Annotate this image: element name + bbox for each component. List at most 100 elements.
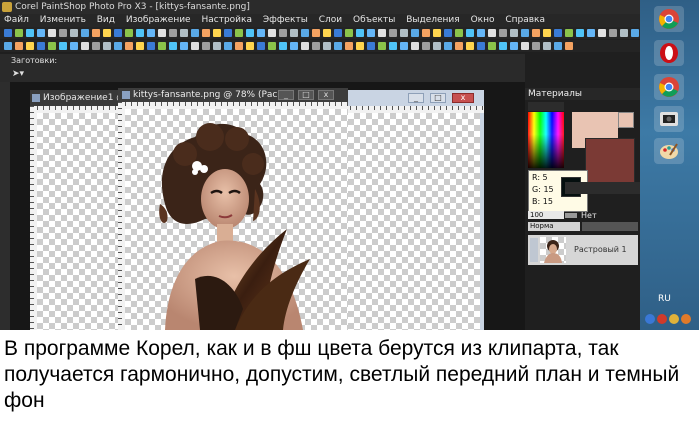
toolbar-button[interactable] <box>301 29 309 37</box>
toolbar-button[interactable] <box>147 29 155 37</box>
menu-file[interactable]: Файл <box>0 14 33 27</box>
antivirus-icon[interactable] <box>657 314 667 324</box>
toolbar-button[interactable] <box>279 42 287 50</box>
minimize-button-2[interactable]: _ <box>278 90 294 100</box>
toolbar-button[interactable] <box>521 42 529 50</box>
toolbar-button[interactable] <box>279 29 287 37</box>
toolbar-button[interactable] <box>422 29 430 37</box>
menu-objects[interactable]: Объекты <box>349 14 399 27</box>
maximize-button-2[interactable]: □ <box>298 90 314 100</box>
close-button[interactable]: x <box>452 93 474 103</box>
toolbar-button[interactable] <box>510 29 518 37</box>
toolbar-button[interactable] <box>532 42 540 50</box>
toolbar-button[interactable] <box>411 29 419 37</box>
menu-selections[interactable]: Выделения <box>402 14 463 27</box>
menu-window[interactable]: Окно <box>467 14 499 27</box>
toolbar-button[interactable] <box>565 29 573 37</box>
toolbar-button[interactable] <box>466 42 474 50</box>
toolbar-button[interactable] <box>400 42 408 50</box>
toolbar-button[interactable] <box>444 42 452 50</box>
toolbar-button[interactable] <box>191 42 199 50</box>
menu-image[interactable]: Изображение <box>122 14 195 27</box>
visibility-eye-icon[interactable] <box>530 238 538 262</box>
toolbar-button[interactable] <box>202 42 210 50</box>
toolbar-button[interactable] <box>367 42 375 50</box>
notification-icon[interactable] <box>669 314 679 324</box>
toolbar-button[interactable] <box>103 29 111 37</box>
toolbar-button[interactable] <box>37 42 45 50</box>
toolbar-button[interactable] <box>257 29 265 37</box>
update-icon[interactable] <box>681 314 691 324</box>
toolbar-button[interactable] <box>389 29 397 37</box>
toolbar-button[interactable] <box>334 29 342 37</box>
toolbar-button[interactable] <box>433 29 441 37</box>
canvas-2[interactable] <box>125 109 348 330</box>
toolbar-button[interactable] <box>136 42 144 50</box>
toolbar-button[interactable] <box>323 42 331 50</box>
toolbar-button[interactable] <box>400 29 408 37</box>
chrome-shortcut-2[interactable] <box>654 74 684 100</box>
toolbar-button[interactable] <box>598 29 606 37</box>
toolbar-button[interactable] <box>268 42 276 50</box>
menu-edit[interactable]: Изменить <box>36 14 90 27</box>
toolbar-button[interactable] <box>235 29 243 37</box>
toolbar-button[interactable] <box>290 29 298 37</box>
toolbar-button[interactable] <box>477 29 485 37</box>
opacity-field[interactable]: 100 <box>528 211 564 219</box>
toolbar-button[interactable] <box>257 42 265 50</box>
toolbar-button[interactable] <box>543 29 551 37</box>
toolbar-button[interactable] <box>114 29 122 37</box>
toolbar-button[interactable] <box>499 42 507 50</box>
toolbar-button[interactable] <box>48 29 56 37</box>
toolbar-button[interactable] <box>15 42 23 50</box>
toolbar-button[interactable] <box>235 42 243 50</box>
toolbar-button[interactable] <box>48 42 56 50</box>
toolbar-button[interactable] <box>345 42 353 50</box>
blend-mode-select[interactable]: Норма <box>528 222 580 231</box>
toolbar-button[interactable] <box>290 42 298 50</box>
toolbar-button[interactable] <box>224 42 232 50</box>
toolbar-button[interactable] <box>213 42 221 50</box>
toolbar-button[interactable] <box>466 29 474 37</box>
toolbar-button[interactable] <box>367 29 375 37</box>
toolbar-button[interactable] <box>180 42 188 50</box>
toolbar-button[interactable] <box>114 42 122 50</box>
toolbar-button[interactable] <box>334 42 342 50</box>
opacity-slider[interactable] <box>565 213 577 218</box>
chrome-shortcut[interactable] <box>654 6 684 32</box>
toolbar-button[interactable] <box>213 29 221 37</box>
opera-shortcut[interactable] <box>654 40 684 66</box>
toolbar-button[interactable] <box>169 42 177 50</box>
toolbar-button[interactable] <box>246 42 254 50</box>
toolbar-button[interactable] <box>301 42 309 50</box>
toolbar-button[interactable] <box>158 29 166 37</box>
toolbar-button[interactable] <box>356 29 364 37</box>
close-button-2[interactable]: x <box>318 90 334 100</box>
toolbar-button[interactable] <box>125 42 133 50</box>
toolbar-button[interactable] <box>312 29 320 37</box>
toolbar-button[interactable] <box>499 29 507 37</box>
canvas-3[interactable] <box>348 113 480 330</box>
toolbar-button[interactable] <box>26 42 34 50</box>
toolbar-button[interactable] <box>411 42 419 50</box>
toolbar-button[interactable] <box>136 29 144 37</box>
layer-row[interactable]: Растровый 1 <box>528 235 638 265</box>
toolbar-button[interactable] <box>246 29 254 37</box>
toolbar-button[interactable] <box>268 29 276 37</box>
color-spectrum[interactable] <box>528 112 564 168</box>
toolbar-button[interactable] <box>147 42 155 50</box>
toolbar-button[interactable] <box>587 29 595 37</box>
toolbar-button[interactable] <box>378 29 386 37</box>
current-color-swatch[interactable] <box>618 112 634 128</box>
toolbar-button[interactable] <box>92 42 100 50</box>
toolbar-button[interactable] <box>70 42 78 50</box>
toolbar-button[interactable] <box>378 42 386 50</box>
toolbar-button[interactable] <box>180 29 188 37</box>
toolbar-button[interactable] <box>609 29 617 37</box>
toolbar-button[interactable] <box>37 29 45 37</box>
toolbar-button[interactable] <box>59 42 67 50</box>
toolbar-button[interactable] <box>4 42 12 50</box>
network-icon[interactable] <box>645 314 655 324</box>
language-indicator[interactable]: RU <box>658 294 671 304</box>
toolbar-button[interactable] <box>345 29 353 37</box>
